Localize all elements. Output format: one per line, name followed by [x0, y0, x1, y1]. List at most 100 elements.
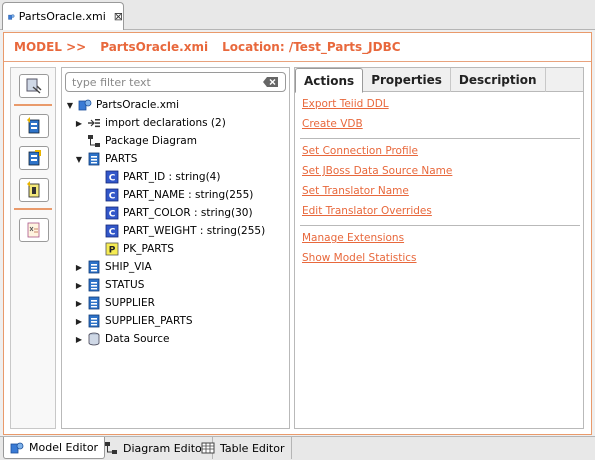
- table-icon: [88, 152, 100, 166]
- edit-translator-overrides-link[interactable]: Edit Translator Overrides: [302, 205, 432, 217]
- collapse-arrow-icon[interactable]: ▼: [64, 101, 76, 110]
- tab-table-editor[interactable]: Table Editor: [195, 437, 292, 459]
- set-jboss-data-source-link[interactable]: Set JBoss Data Source Name: [302, 165, 452, 177]
- clear-filter-icon[interactable]: [263, 76, 279, 88]
- set-translator-name-link[interactable]: Set Translator Name: [302, 185, 409, 197]
- model-editor-icon: [10, 442, 24, 453]
- svg-text:C: C: [109, 174, 116, 184]
- column-icon: C: [105, 224, 119, 238]
- model-label: MODEL >>: [14, 40, 87, 54]
- datasource-icon: [88, 332, 100, 346]
- tree-item-label: PART_COLOR : string(30): [123, 207, 253, 219]
- toolbar-button-2[interactable]: [19, 114, 49, 138]
- model-editor: MODEL >> PartsOracle.xmi Location: /Test…: [3, 32, 592, 435]
- import-icon: [88, 119, 100, 128]
- tree-item[interactable]: P PK_PARTS: [91, 240, 174, 258]
- column-icon: C: [105, 170, 119, 184]
- tree-item-label: SHIP_VIA: [105, 261, 152, 273]
- expand-arrow-icon[interactable]: ▶: [73, 281, 85, 290]
- toolbar-button-5[interactable]: [19, 218, 49, 242]
- panel-tabs: Actions Properties Description: [295, 68, 583, 93]
- tree-item[interactable]: Package Diagram: [73, 132, 197, 150]
- tree-item[interactable]: ▶ SUPPLIER_PARTS: [73, 312, 193, 330]
- tree-root[interactable]: ▼ PartsOracle.xmi: [64, 96, 179, 114]
- tree-item[interactable]: ▶ SUPPLIER: [73, 294, 155, 312]
- diagram-icon: [105, 442, 117, 454]
- tree-item-label: PART_ID : string(4): [123, 171, 221, 183]
- column-icon: C: [105, 206, 119, 220]
- model-name: PartsOracle.xmi: [100, 40, 209, 54]
- column-icon: C: [105, 188, 119, 202]
- filter-placeholder: type filter text: [72, 75, 151, 89]
- tab-properties[interactable]: Properties: [363, 68, 451, 92]
- tree-item-label: PART_WEIGHT : string(255): [123, 225, 266, 237]
- tab-diagram-editor-label: Diagram Editor: [123, 441, 207, 455]
- tree-item-label: SUPPLIER: [105, 297, 155, 309]
- editor-tab-label: PartsOracle.xmi: [18, 10, 106, 23]
- close-icon[interactable]: ⊠: [114, 10, 123, 23]
- filter-input[interactable]: type filter text: [65, 72, 286, 92]
- new-view-icon: [28, 150, 41, 166]
- show-model-statistics-link[interactable]: Show Model Statistics: [302, 252, 417, 264]
- toolbar-button-4[interactable]: [19, 178, 49, 202]
- collapse-arrow-icon[interactable]: ▼: [73, 155, 85, 164]
- model-location: Location: /Test_Parts_JDBC: [222, 40, 401, 54]
- expand-arrow-icon[interactable]: ▶: [73, 335, 85, 344]
- tab-model-editor-label: Model Editor: [29, 441, 99, 454]
- action-divider: [300, 225, 580, 226]
- manage-extensions-link[interactable]: Manage Extensions: [302, 232, 404, 244]
- primary-key-icon: P: [105, 242, 119, 256]
- tree-item-label: PK_PARTS: [123, 243, 174, 255]
- editor-page-tabs: Model Editor Diagram Editor Table Editor: [0, 436, 595, 460]
- model-action-icon: [26, 78, 42, 94]
- tree-item-label: Data Source: [105, 333, 170, 345]
- expand-arrow-icon[interactable]: ▶: [73, 299, 85, 308]
- table-icon: [88, 296, 100, 310]
- tab-description[interactable]: Description: [451, 68, 546, 92]
- new-procedure-icon: [27, 181, 40, 198]
- tree-item[interactable]: C PART_ID : string(4): [91, 168, 220, 186]
- create-vdb-link[interactable]: Create VDB: [302, 118, 363, 130]
- header-divider: [4, 61, 591, 62]
- tab-table-editor-label: Table Editor: [220, 441, 285, 455]
- expand-arrow-icon[interactable]: ▶: [73, 317, 85, 326]
- tree-item[interactable]: C PART_WEIGHT : string(255): [91, 222, 265, 240]
- table-grid-icon: [201, 442, 215, 454]
- tree-item-label: import declarations (2): [105, 117, 226, 129]
- expand-arrow-icon[interactable]: ▶: [73, 263, 85, 272]
- model-file-icon: [8, 13, 15, 20]
- svg-text:C: C: [109, 210, 116, 220]
- expand-arrow-icon[interactable]: ▶: [73, 119, 85, 128]
- set-connection-profile-link[interactable]: Set Connection Profile: [302, 145, 418, 157]
- svg-text:P: P: [109, 246, 116, 256]
- export-teiid-ddl-link[interactable]: Export Teiid DDL: [302, 98, 389, 110]
- toolbar-button-3[interactable]: [19, 146, 49, 170]
- table-icon: [88, 314, 100, 328]
- tree-item-label: PART_NAME : string(255): [123, 189, 254, 201]
- table-icon: [88, 260, 100, 274]
- model-file-icon: [78, 99, 92, 111]
- tab-model-editor[interactable]: Model Editor: [3, 437, 106, 459]
- tree-item[interactable]: C PART_NAME : string(255): [91, 186, 253, 204]
- tree-item-label: SUPPLIER_PARTS: [105, 315, 193, 327]
- action-divider: [300, 138, 580, 139]
- tree-item[interactable]: ▼ PARTS: [73, 150, 137, 168]
- model-tree-panel: type filter text ▼ PartsOracle.xmi ▶ import…: [61, 67, 290, 429]
- tree-item-label: PARTS: [105, 153, 138, 165]
- actions-panel: Actions Properties Description Export Te…: [294, 67, 584, 429]
- xml-document-icon: [27, 222, 40, 238]
- tree-item-label: PartsOracle.xmi: [96, 99, 180, 111]
- editor-tab-partsoracle[interactable]: PartsOracle.xmi ⊠: [2, 2, 124, 30]
- tree-item[interactable]: ▶ STATUS: [73, 276, 144, 294]
- svg-text:C: C: [109, 192, 116, 202]
- tree-item[interactable]: C PART_COLOR : string(30): [91, 204, 253, 222]
- tree-item-label: STATUS: [105, 279, 145, 291]
- svg-text:C: C: [109, 228, 116, 238]
- tree-item[interactable]: ▶ Data Source: [73, 330, 169, 348]
- editor-tab-strip: PartsOracle.xmi ⊠: [0, 0, 595, 30]
- tree-item[interactable]: ▶ SHIP_VIA: [73, 258, 152, 276]
- tree-item[interactable]: ▶ import declarations (2): [73, 114, 226, 132]
- toolbar-separator: [14, 104, 52, 106]
- tab-actions[interactable]: Actions: [295, 68, 364, 93]
- toolbar-button-1[interactable]: [19, 74, 49, 98]
